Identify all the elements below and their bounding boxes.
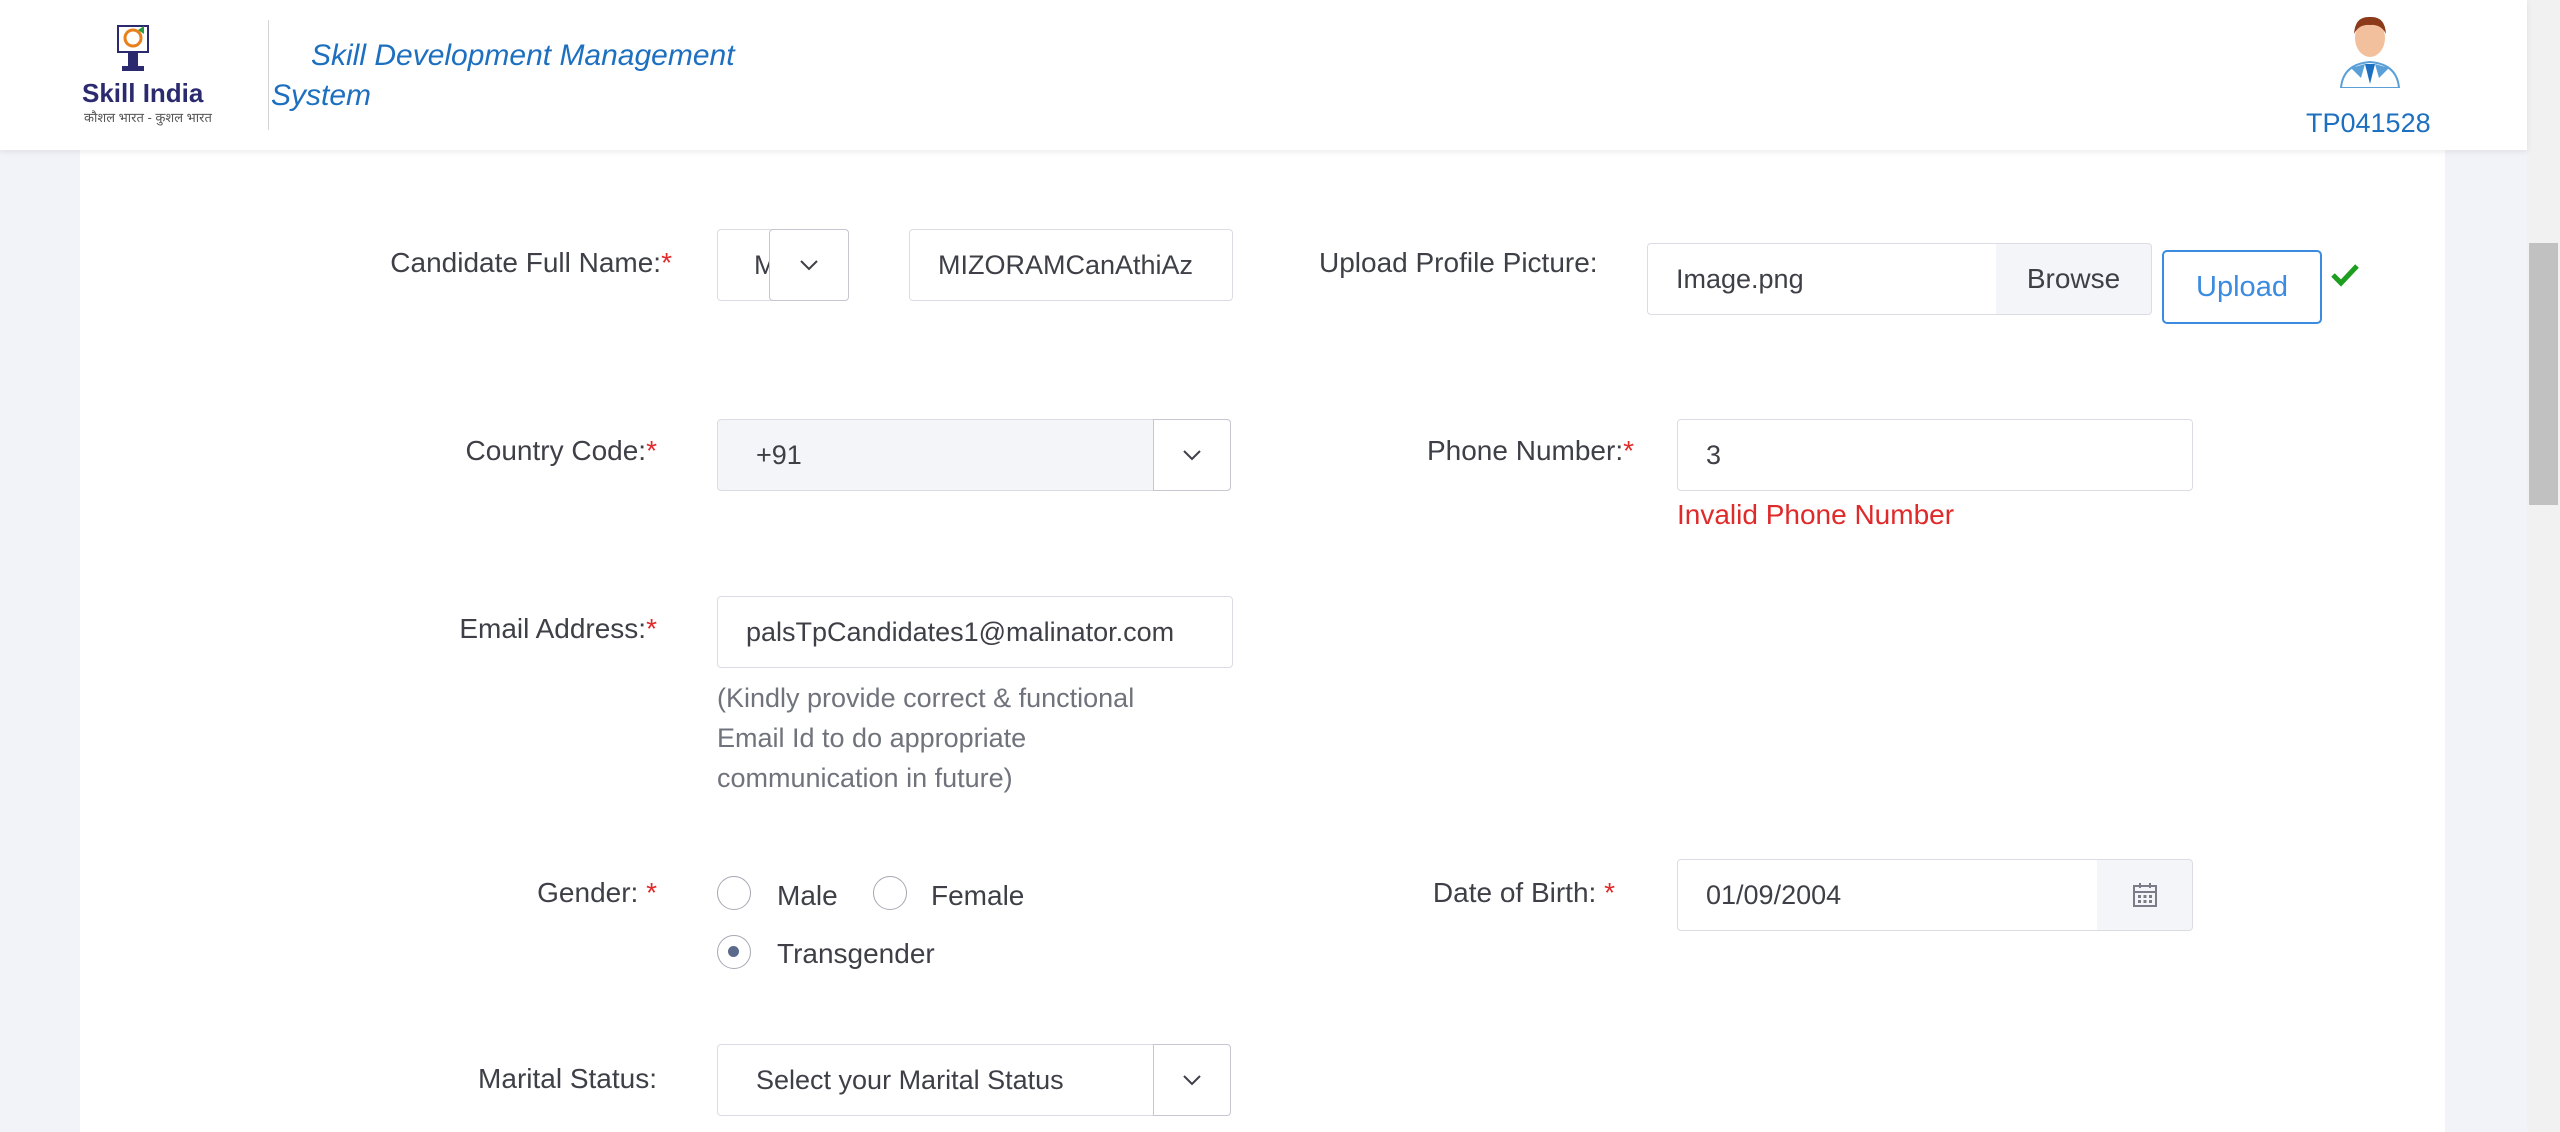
salutation-dropdown-button[interactable] [769, 229, 849, 301]
email-help-line-2: Email Id to do appropriate [717, 723, 1027, 753]
phone-number-value: 3 [1706, 439, 1722, 470]
page-scrollbar-thumb[interactable] [2529, 243, 2558, 505]
country-code-select[interactable]: +91 [717, 419, 1157, 491]
calendar-icon [2132, 883, 2157, 907]
gender-option-female[interactable]: Female [931, 880, 1024, 912]
phone-error-message: Invalid Phone Number [1677, 499, 1955, 530]
chevron-down-icon [1183, 450, 1201, 461]
gender-option-transgender[interactable]: Transgender [777, 938, 935, 970]
logo-text: Skill India [82, 78, 204, 108]
gender-label: Gender: * [537, 877, 657, 908]
dob-label: Date of Birth: * [1432, 877, 1615, 908]
app-title: Skill Development Management System [271, 36, 791, 116]
checkmark-icon [2331, 264, 2359, 287]
country-code-label: Country Code:* [465, 435, 657, 466]
chevron-down-icon [800, 260, 818, 271]
email-help-text: (Kindly provide correct & functional Ema… [717, 678, 1134, 798]
phone-number-label: Phone Number:* [1426, 435, 1634, 466]
dob-input[interactable]: 01/09/2004 [1677, 859, 2099, 931]
gender-radio-female[interactable] [873, 876, 907, 910]
marital-status-dropdown-button[interactable] [1153, 1044, 1231, 1116]
email-help-line-1: (Kindly provide correct & functional [717, 683, 1135, 713]
app-title-line-2: System [271, 79, 372, 112]
profile-picture-file-input[interactable]: Image.png [1647, 243, 1997, 315]
marital-status-label: Marital Status: [478, 1063, 657, 1094]
email-help-line-3: communication in future) [717, 763, 1013, 793]
candidate-name-label: Candidate Full Name:* [390, 247, 672, 278]
email-input[interactable]: palsTpCandidates1@malinator.com [717, 596, 1233, 668]
gender-radio-male[interactable] [717, 876, 751, 910]
phone-number-input[interactable]: 3 [1677, 419, 2193, 491]
candidate-name-value: MIZORAMCanAthiAz [938, 249, 1194, 280]
user-avatar-icon[interactable] [2335, 12, 2405, 88]
file-name: Image.png [1676, 263, 1804, 294]
app-title-line-1: Skill Development Management [311, 39, 735, 72]
candidate-name-input[interactable]: MIZORAMCanAthiAz [909, 229, 1233, 301]
page-scrollbar-track[interactable] [2527, 0, 2560, 1132]
profile-picture-label: Upload Profile Picture: [1319, 247, 1598, 278]
country-code-value: +91 [756, 439, 802, 470]
marital-status-select[interactable]: Select your Marital Status [717, 1044, 1157, 1116]
country-code-dropdown-button[interactable] [1153, 419, 1231, 491]
header-divider [268, 20, 269, 130]
top-header: Skill India कौशल भारत - कुशल भारत Skill … [0, 0, 2527, 150]
logo-subtext: कौशल भारत - कुशल भारत [84, 110, 212, 125]
dob-value: 01/09/2004 [1706, 879, 1842, 910]
marital-status-placeholder: Select your Marital Status [756, 1064, 1064, 1095]
email-value: palsTpCandidates1@malinator.com [746, 616, 1175, 647]
gender-radio-transgender[interactable] [717, 935, 751, 969]
user-id[interactable]: TP041528 [2306, 108, 2431, 139]
browse-button[interactable]: Browse [1996, 243, 2152, 315]
email-label: Email Address:* [459, 613, 657, 644]
calendar-button[interactable] [2097, 859, 2193, 931]
gender-option-male[interactable]: Male [777, 880, 838, 912]
chevron-down-icon [1183, 1075, 1201, 1086]
upload-button[interactable]: Upload [2162, 250, 2322, 324]
